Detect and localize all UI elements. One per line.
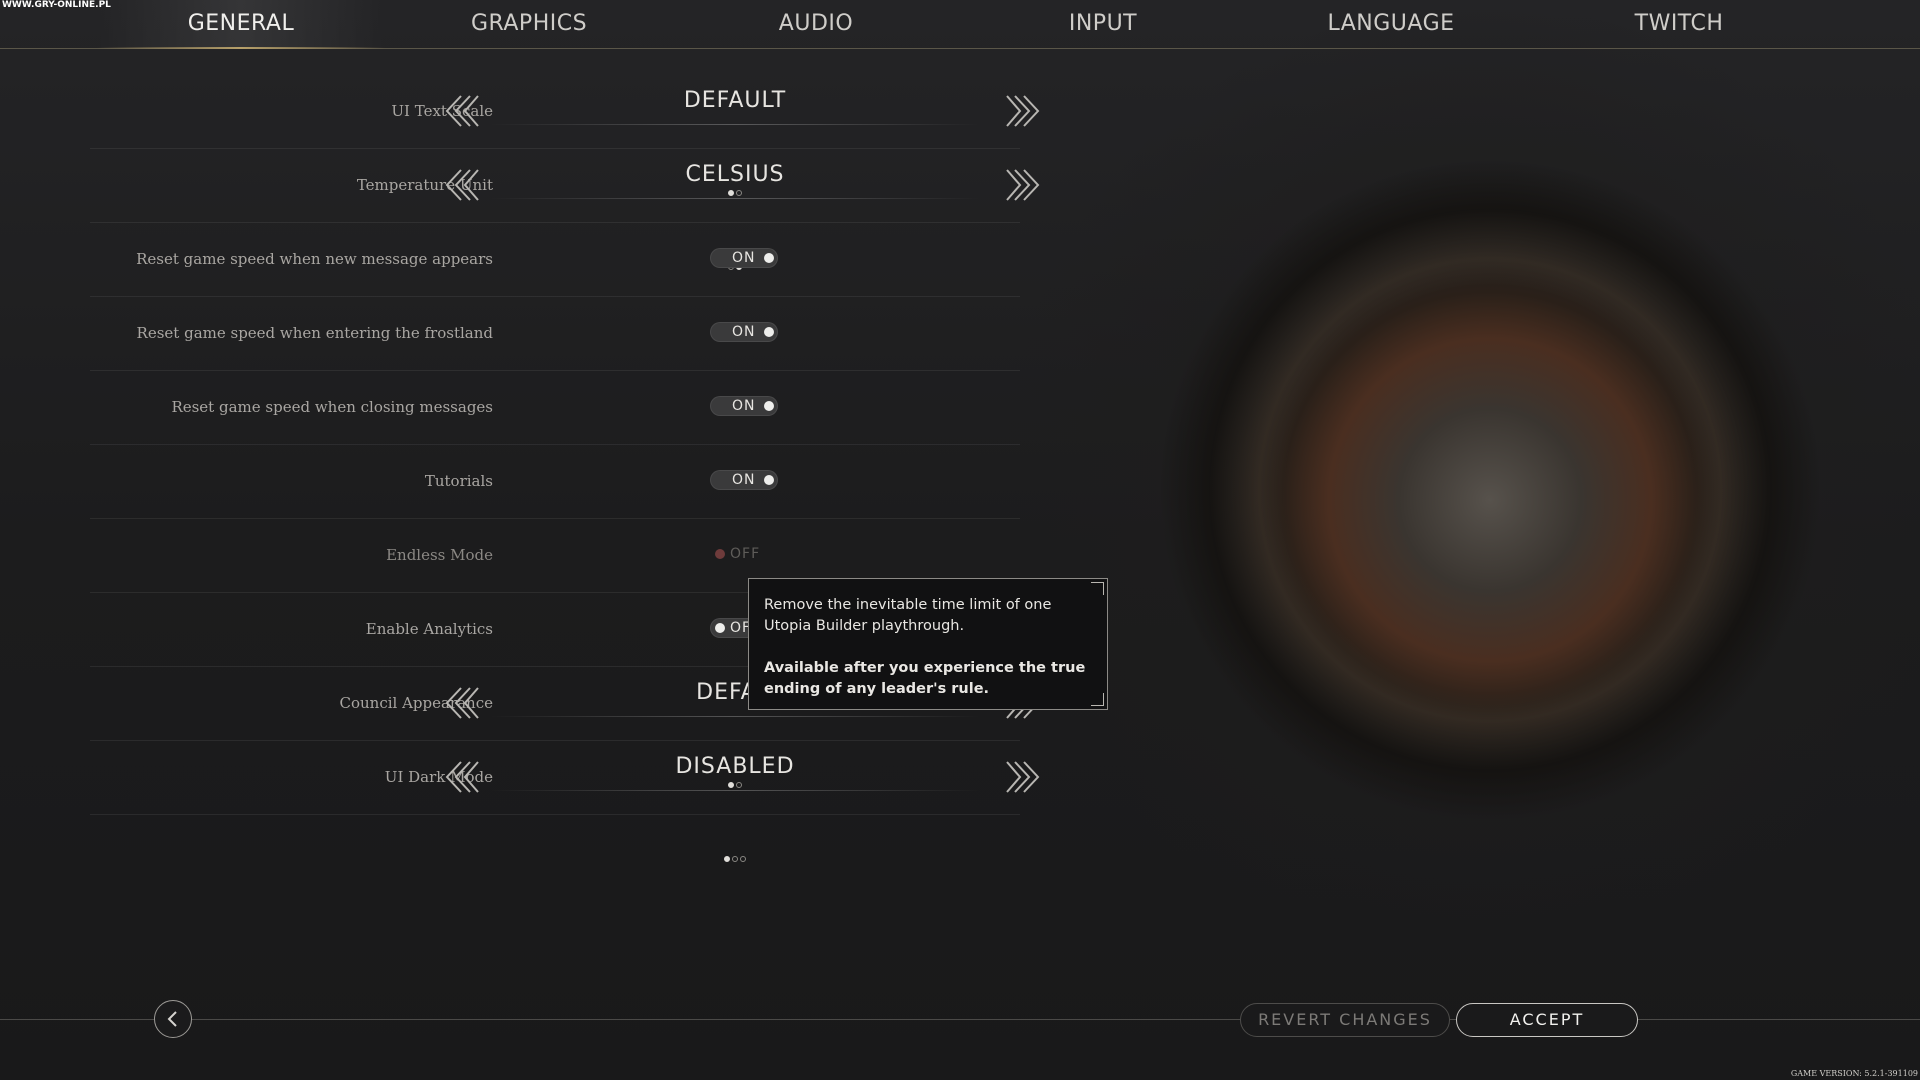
- tab-twitch[interactable]: TWITCH: [1535, 0, 1823, 48]
- tab-audio[interactable]: AUDIO: [672, 0, 960, 48]
- arrow-left-icon[interactable]: [443, 686, 479, 720]
- accept-button[interactable]: ACCEPT: [1456, 1003, 1638, 1037]
- selector-underline: [490, 716, 980, 788]
- toggle-switch[interactable]: ON: [710, 470, 778, 490]
- arrow-left-icon[interactable]: [443, 760, 479, 794]
- tab-graphics[interactable]: GRAPHICS: [385, 0, 673, 48]
- toggle-state: ON: [732, 250, 756, 266]
- setting-row-tutorials: Tutorials ON: [90, 444, 1020, 519]
- setting-label: Reset game speed when new message appear…: [136, 250, 493, 268]
- tab-input[interactable]: INPUT: [959, 0, 1247, 48]
- toggle-switch[interactable]: ON: [710, 322, 778, 342]
- toggle-knob: [764, 401, 774, 411]
- selector-underline: [490, 124, 980, 196]
- selector-underline: [490, 198, 980, 270]
- toggle-knob: [764, 327, 774, 337]
- toggle-state: ON: [732, 324, 756, 340]
- arrow-right-icon[interactable]: [1006, 94, 1042, 128]
- chevron-left-icon: [167, 1011, 177, 1027]
- tooltip-corner: [1091, 693, 1104, 706]
- option-dots: [490, 847, 980, 866]
- setting-row-reset-closing: Reset game speed when closing messages O…: [90, 370, 1020, 445]
- endless-mode-tooltip: Remove the inevitable time limit of one …: [748, 578, 1108, 710]
- selector-value: DISABLED: [675, 754, 795, 779]
- back-button[interactable]: [154, 1000, 192, 1038]
- selector-value: DEFAULT: [683, 88, 787, 113]
- selector-value: CELSIUS: [685, 162, 785, 187]
- setting-row-reset-frostland: Reset game speed when entering the frost…: [90, 296, 1020, 371]
- setting-row-ui-text-scale: UI Text Scale DEFAULT: [90, 74, 1040, 196]
- toggle-knob: [715, 549, 725, 559]
- arrow-left-icon[interactable]: [443, 168, 479, 202]
- selector-underline: [490, 790, 980, 862]
- toggle-switch: OFF: [710, 544, 778, 564]
- toggle-state: ON: [732, 472, 756, 488]
- setting-row-reset-new-message: Reset game speed when new message appear…: [90, 222, 1020, 297]
- tab-general[interactable]: GENERAL: [97, 0, 385, 49]
- toggle-knob: [764, 475, 774, 485]
- toggle-switch[interactable]: ON: [710, 248, 778, 268]
- tooltip-description: Remove the inevitable time limit of one …: [764, 597, 1052, 634]
- arrow-right-icon[interactable]: [1006, 168, 1042, 202]
- setting-row-temperature-unit: Temperature Unit CELSIUS: [90, 148, 1040, 270]
- tooltip-requirement: Available after you experience the true …: [764, 660, 1086, 697]
- toggle-state: ON: [732, 398, 756, 414]
- toggle-switch[interactable]: ON: [710, 396, 778, 416]
- setting-label: Enable Analytics: [365, 620, 493, 638]
- tooltip-corner: [1091, 582, 1104, 595]
- setting-label: Tutorials: [424, 472, 493, 490]
- toggle-knob: [715, 623, 725, 633]
- setting-label: Reset game speed when closing messages: [171, 398, 493, 416]
- arrow-right-icon[interactable]: [1006, 760, 1042, 794]
- arrow-left-icon[interactable]: [443, 94, 479, 128]
- setting-row-ui-dark-mode: UI Dark Mode DISABLED: [90, 740, 1040, 862]
- tab-language[interactable]: LANGUAGE: [1247, 0, 1535, 48]
- setting-label: Reset game speed when entering the frost…: [136, 324, 493, 342]
- setting-label: Endless Mode: [386, 546, 493, 564]
- revert-changes-button[interactable]: REVERT CHANGES: [1240, 1003, 1450, 1037]
- settings-tabs: GENERAL GRAPHICS AUDIO INPUT LANGUAGE TW…: [0, 0, 1920, 49]
- toggle-state: OFF: [730, 546, 761, 562]
- game-version: GAME VERSION: 5.2.1-391109: [1790, 1069, 1918, 1078]
- toggle-knob: [764, 253, 774, 263]
